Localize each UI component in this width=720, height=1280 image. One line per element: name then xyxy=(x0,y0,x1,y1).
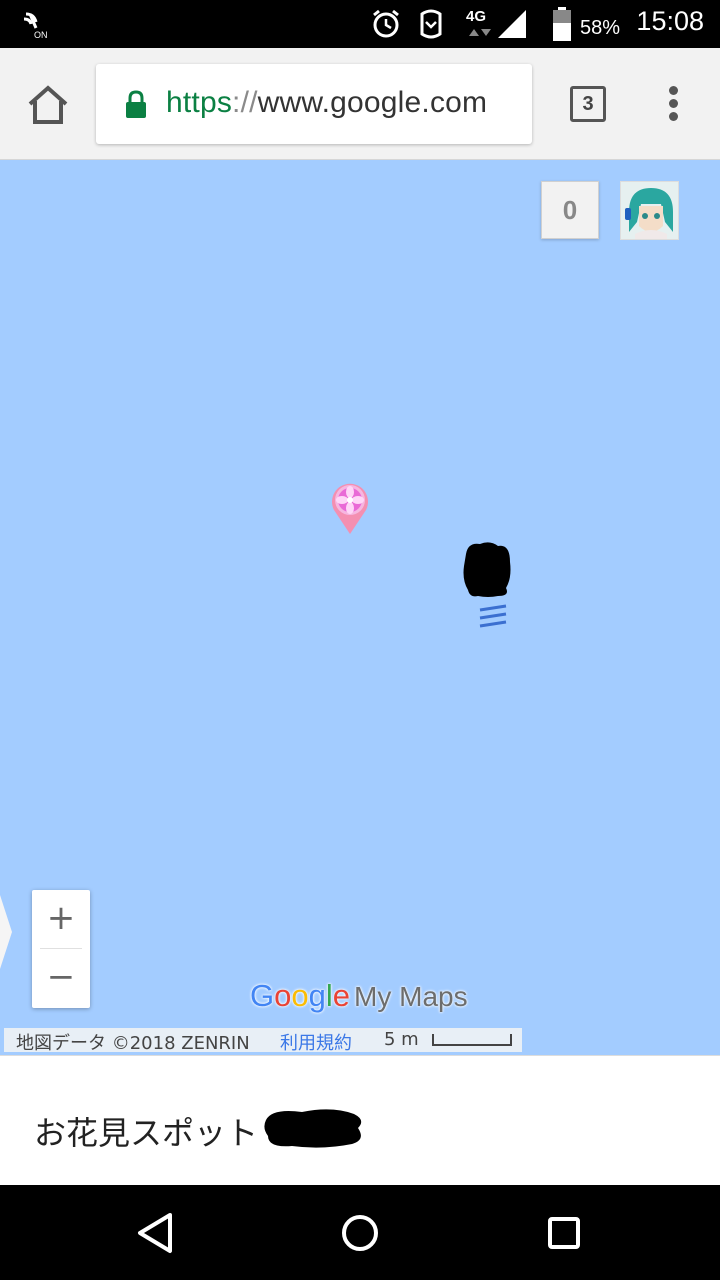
avatar-image xyxy=(621,182,678,239)
back-icon[interactable] xyxy=(132,1209,180,1257)
data-arrows-icon xyxy=(469,29,491,36)
scale-label: 5 m xyxy=(384,1029,419,1050)
place-title: お花見スポット xyxy=(34,1114,259,1152)
logo-product: My Maps xyxy=(354,981,468,1012)
network-type: 4G xyxy=(466,8,487,25)
recents-icon[interactable] xyxy=(540,1209,588,1257)
map-canvas[interactable]: 0 + − Google My Maps 地図データ ©2018 ZENRIN … xyxy=(0,160,720,1055)
status-bar: ON 4G 58% 15:08 xyxy=(0,0,720,48)
home-icon[interactable] xyxy=(24,82,72,126)
avatar[interactable] xyxy=(620,181,679,240)
place-info-panel[interactable]: お花見スポット xyxy=(0,1055,720,1185)
logo-letter: G xyxy=(250,978,275,1013)
overflow-menu-icon[interactable] xyxy=(664,86,684,122)
url-host: www.google.com xyxy=(257,86,488,119)
tab-switcher-button[interactable]: 3 xyxy=(570,86,606,122)
logo-letter: o xyxy=(291,978,309,1013)
url-text: https://www.google.com xyxy=(166,86,487,120)
zoom-control: + − xyxy=(32,890,90,1008)
map-data-credit: 地図データ ©2018 ZENRIN xyxy=(16,1033,250,1054)
address-bar[interactable]: https://www.google.com xyxy=(96,64,532,144)
vibrate-icon xyxy=(420,9,442,39)
url-separator: :// xyxy=(232,86,258,119)
browser-toolbar: https://www.google.com 3 xyxy=(0,48,720,160)
logo-letter: g xyxy=(308,978,326,1013)
map-attribution: 地図データ ©2018 ZENRIN 利用規約 5 m xyxy=(4,1028,522,1055)
player-marker-icon xyxy=(463,542,511,628)
home-icon[interactable] xyxy=(336,1209,384,1257)
redaction-mark xyxy=(264,1109,362,1148)
signal-icon xyxy=(498,10,526,38)
battery-icon xyxy=(553,7,571,41)
lock-icon xyxy=(126,90,146,118)
zoom-in-button[interactable]: + xyxy=(32,890,90,948)
scale-bar xyxy=(432,1034,512,1046)
logo-letter: o xyxy=(274,978,292,1013)
system-nav-bar xyxy=(0,1185,720,1280)
clock: 15:08 xyxy=(636,6,704,36)
logo-letter: e xyxy=(332,978,351,1013)
zoom-out-button[interactable]: − xyxy=(32,949,90,1007)
logo-letter: l xyxy=(325,978,333,1013)
google-my-maps-logo: Google My Maps xyxy=(250,978,468,1018)
svg-text:ON: ON xyxy=(34,30,48,40)
nfc-on-icon: ON xyxy=(23,12,48,40)
terms-link[interactable]: 利用規約 xyxy=(280,1029,352,1055)
alarm-icon xyxy=(373,9,399,38)
side-panel-toggle-icon[interactable] xyxy=(0,895,14,969)
cherry-blossom-pin-icon[interactable] xyxy=(328,480,372,536)
battery-percent: 58% xyxy=(580,17,621,39)
url-scheme: https xyxy=(166,86,233,119)
score-button[interactable]: 0 xyxy=(541,181,599,239)
